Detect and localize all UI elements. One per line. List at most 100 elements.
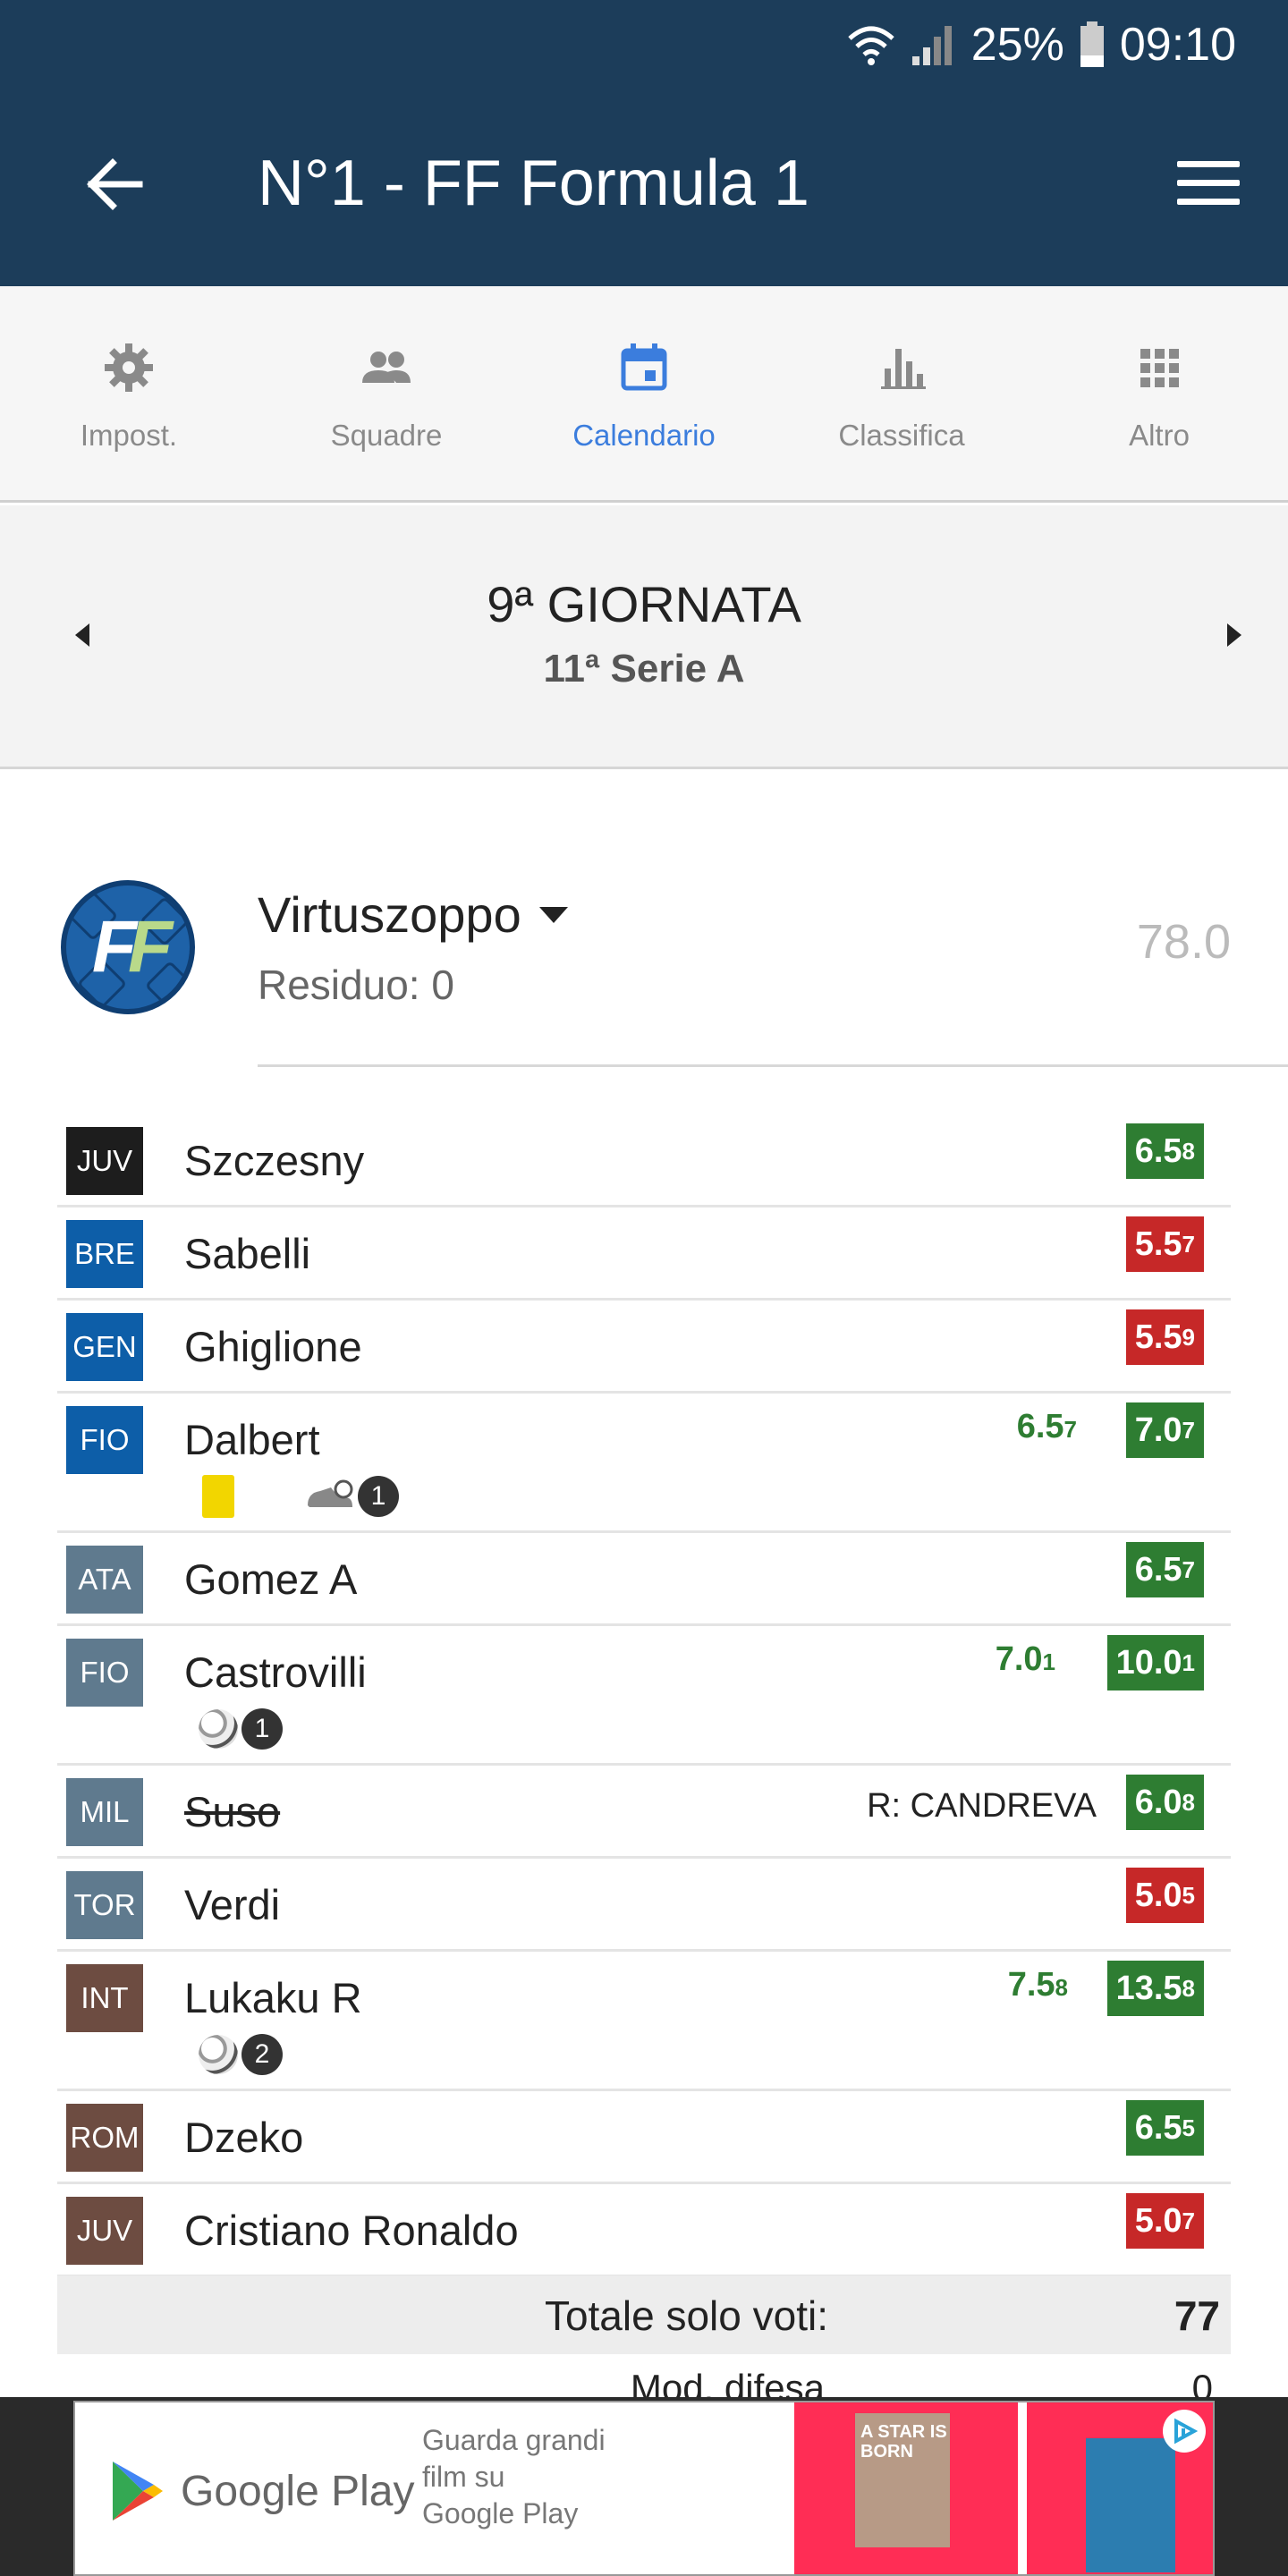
base-vote: 7.01	[995, 1640, 1055, 1678]
tab-label: Squadre	[330, 419, 443, 452]
tab-classifica[interactable]: Classifica	[773, 286, 1030, 500]
yellow-card-icon	[202, 1475, 234, 1518]
modificatore-value: 0	[1191, 2367, 1213, 2397]
people-icon	[362, 352, 411, 383]
fanta-vote: 6.5 7	[1125, 1542, 1204, 1597]
logo-text: FF	[91, 906, 173, 987]
modificatore-row: Mod. difesa 0	[57, 2361, 1231, 2397]
team-header: FF Virtuszoppo Residuo: 0 78.0	[0, 771, 1288, 1067]
team-badge: JUV	[66, 1127, 143, 1195]
fanta-vote: 7.0 7	[1125, 1402, 1204, 1458]
fanta-vote: 13.5 8	[1106, 1961, 1204, 2016]
fanta-vote: 5.0 5	[1125, 1868, 1204, 1923]
player-row[interactable]: BRE Sabelli 5.5 7	[57, 1208, 1231, 1301]
play-store-icon	[113, 2462, 163, 2521]
fanta-vote: 5.5 7	[1125, 1216, 1204, 1272]
player-row[interactable]: TOR Verdi 5.0 5	[57, 1859, 1231, 1952]
team-badge: MIL	[66, 1778, 143, 1846]
base-vote: 6.57	[1016, 1408, 1077, 1445]
player-name: Lukaku R	[184, 1974, 362, 2021]
player-name: Ghiglione	[184, 1323, 362, 1370]
team-badge: TOR	[66, 1871, 143, 1939]
status-bar: 25% 09:10	[846, 18, 1236, 72]
hamburger-menu-icon[interactable]	[1177, 161, 1240, 209]
fanta-vote: 6.0 8	[1125, 1775, 1204, 1830]
google-play-logo: Google Play	[109, 2460, 415, 2522]
player-name: Szczesny	[184, 1137, 365, 1184]
tab-calendario[interactable]: Calendario	[515, 286, 773, 500]
team-badge: ROM	[66, 2104, 143, 2172]
fanta-vote: 6.5 5	[1125, 2100, 1204, 2156]
next-round-button[interactable]	[1208, 608, 1261, 662]
team-badge: GEN	[66, 1313, 143, 1381]
player-row[interactable]: FIO Castrovilli 7.01 10.0 1 1	[57, 1626, 1231, 1766]
team-logo: FF	[61, 880, 195, 1014]
team-badge: BRE	[66, 1220, 143, 1288]
battery-percent: 25%	[970, 19, 1064, 71]
base-vote: 7.58	[1007, 1966, 1068, 2004]
movie-poster: A STAR IS BORN	[794, 2402, 1018, 2574]
tab-squadre[interactable]: Squadre	[258, 286, 515, 500]
player-row[interactable]: INT Lukaku R 7.58 13.5 8 2	[57, 1952, 1231, 2091]
adchoices-icon[interactable]	[1163, 2410, 1206, 2453]
player-row[interactable]: MIL Suso R: CANDREVA 6.0 8	[57, 1766, 1231, 1859]
player-list: JUV Szczesny 6.5 8 BRE Sabelli 5.5 7 GEN G…	[57, 1114, 1231, 2277]
calendar-icon	[621, 343, 667, 391]
wifi-icon	[848, 26, 894, 65]
player-name: Castrovilli	[184, 1648, 367, 1696]
player-row[interactable]: JUV Szczesny 6.5 8	[57, 1114, 1231, 1208]
caret-down-icon	[538, 906, 568, 923]
event-icons: 1	[193, 1474, 399, 1519]
player-name: Dzeko	[184, 2114, 304, 2161]
event-count: 2	[242, 2034, 283, 2075]
clock: 09:10	[1119, 19, 1236, 71]
grid-icon	[1140, 349, 1179, 387]
team-badge: FIO	[66, 1639, 143, 1707]
event-count: 1	[242, 1708, 283, 1750]
tab-label: Impost.	[80, 419, 178, 452]
player-name: Cristiano Ronaldo	[184, 2207, 519, 2254]
team-selector[interactable]: Virtuszoppo	[258, 886, 568, 944]
player-row[interactable]: ROM Dzeko 6.5 5	[57, 2091, 1231, 2184]
tab-altro[interactable]: Altro	[1030, 286, 1288, 500]
event-icons: 1	[199, 1707, 283, 1751]
event-count: 1	[358, 1476, 399, 1517]
caret-right-icon	[1227, 623, 1241, 647]
assist-shoe-icon	[308, 1479, 353, 1507]
team-badge: JUV	[66, 2197, 143, 2265]
team-score: 78.0	[1136, 915, 1231, 969]
back-arrow-icon[interactable]	[82, 152, 147, 216]
signal-icon	[911, 26, 952, 65]
tab-label: Altro	[1129, 419, 1190, 452]
player-name: Suso	[184, 1788, 281, 1835]
tab-impostazioni[interactable]: Impost.	[0, 286, 258, 500]
totals-label: Totale solo voti:	[544, 2292, 828, 2339]
goal-ball-icon	[199, 1709, 238, 1749]
player-row[interactable]: JUV Cristiano Ronaldo 5.0 7	[57, 2184, 1231, 2277]
fanta-vote: 10.0 1	[1106, 1635, 1204, 1690]
team-badge: INT	[66, 1964, 143, 2032]
page-title: N°1 - FF Formula 1	[258, 148, 809, 219]
player-name: Gomez A	[184, 1555, 358, 1603]
player-row[interactable]: ATA Gomez A 6.5 7	[57, 1533, 1231, 1626]
round-subtitle: 11ª Serie A	[543, 647, 745, 691]
replacement-label: R: CANDREVA	[867, 1787, 1097, 1825]
round-selector: 9ª GIORNATA 11ª Serie A	[0, 505, 1288, 769]
round-title: 9ª GIORNATA	[487, 576, 801, 632]
tab-label: Classifica	[838, 419, 965, 452]
gear-icon	[105, 343, 153, 392]
battery-icon	[1080, 21, 1104, 67]
divider	[258, 1064, 1288, 1067]
totals-row: Totale solo voti: 77	[57, 2275, 1231, 2354]
team-badge: ATA	[66, 1546, 143, 1614]
ad-text: Guarda grandi film su Google Play	[422, 2424, 606, 2529]
fanta-vote: 5.0 7	[1125, 2193, 1204, 2249]
player-name: Dalbert	[184, 1416, 320, 1463]
player-name: Sabelli	[184, 1230, 311, 1277]
ad-banner[interactable]: Google Play Guarda grandi film su Google…	[73, 2401, 1215, 2576]
player-row[interactable]: GEN Ghiglione 5.5 9	[57, 1301, 1231, 1394]
player-row[interactable]: FIO Dalbert 6.57 7.0 7 1	[57, 1394, 1231, 1533]
event-icons: 2	[199, 2032, 283, 2077]
modificatore-label: Mod. difesa	[630, 2367, 825, 2397]
tab-label: Calendario	[572, 419, 716, 452]
